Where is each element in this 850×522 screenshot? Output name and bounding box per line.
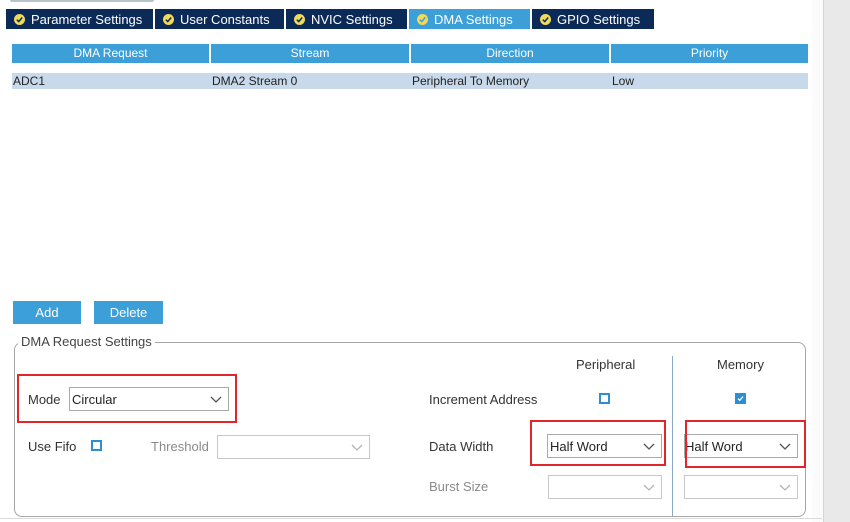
data-width-memory-value: Half Word <box>685 438 743 454</box>
mode-label: Mode <box>28 392 61 407</box>
column-header-dma-request[interactable]: DMA Request <box>12 44 211 63</box>
chevron-down-icon <box>643 443 655 450</box>
tab-dma-settings[interactable]: DMA Settings <box>409 9 531 29</box>
memory-header: Memory <box>717 357 764 372</box>
tab-label: GPIO Settings <box>557 11 641 27</box>
column-header-priority[interactable]: Priority <box>611 44 808 63</box>
column-separator <box>672 356 673 516</box>
check-circle-icon <box>540 13 551 25</box>
use-fifo-checkbox[interactable] <box>91 440 102 451</box>
tab-label: User Constants <box>180 11 270 27</box>
mode-select[interactable]: Circular <box>69 387 229 411</box>
panel-bottom-border <box>0 518 822 519</box>
cell-direction: Peripheral To Memory <box>412 74 530 88</box>
burst-size-label: Burst Size <box>429 479 489 494</box>
cell-dma-request: ADC1 <box>13 74 46 88</box>
chevron-down-icon <box>779 443 791 450</box>
data-width-peripheral-value: Half Word <box>550 438 608 454</box>
tab-label: Parameter Settings <box>31 11 143 27</box>
increment-address-label: Increment Address <box>429 392 538 407</box>
group-legend: DMA Request Settings <box>18 334 155 349</box>
check-circle-icon <box>163 13 174 25</box>
chevron-down-icon <box>779 484 791 491</box>
tab-user-constants[interactable]: User Constants <box>155 9 285 29</box>
tab-parameter-settings[interactable]: Parameter Settings <box>6 9 154 29</box>
burst-size-peripheral-select[interactable] <box>548 475 662 499</box>
tab-label: NVIC Settings <box>311 11 393 27</box>
data-width-label: Data Width <box>429 439 494 454</box>
mode-value: Circular <box>72 391 117 407</box>
burst-size-memory-select[interactable] <box>684 475 798 499</box>
dma-table-header: DMA Request Stream Direction Priority <box>12 44 808 63</box>
check-circle-icon <box>14 13 25 25</box>
chevron-down-icon <box>210 396 222 403</box>
column-header-stream[interactable]: Stream <box>211 44 411 63</box>
add-button[interactable]: Add <box>13 301 81 324</box>
tab-label: DMA Settings <box>434 11 513 27</box>
check-circle-icon <box>417 13 428 25</box>
panel-right-margin <box>812 0 823 522</box>
tab-gpio-settings[interactable]: GPIO Settings <box>532 9 655 29</box>
column-header-direction[interactable]: Direction <box>411 44 611 63</box>
peripheral-header: Peripheral <box>576 357 636 372</box>
data-width-peripheral-select[interactable]: Half Word <box>547 434 662 458</box>
table-row[interactable]: ADC1 DMA2 Stream 0 Peripheral To Memory … <box>12 73 808 89</box>
threshold-select[interactable] <box>217 435 370 459</box>
checkmark-icon <box>737 396 744 402</box>
use-fifo-label: Use Fifo <box>28 439 77 454</box>
increment-address-memory-checkbox[interactable] <box>735 393 746 404</box>
increment-address-peripheral-checkbox[interactable] <box>599 393 610 404</box>
check-circle-icon <box>294 13 305 25</box>
delete-button[interactable]: Delete <box>94 301 163 324</box>
threshold-label: Threshold <box>151 439 209 454</box>
window-scrollbar-track[interactable] <box>823 0 850 522</box>
chevron-down-icon <box>351 444 363 451</box>
data-width-memory-select[interactable]: Half Word <box>684 434 798 458</box>
tab-nvic-settings[interactable]: NVIC Settings <box>286 9 408 29</box>
cell-stream: DMA2 Stream 0 <box>212 74 298 88</box>
chevron-down-icon <box>643 484 655 491</box>
top-panel-edge <box>10 0 154 2</box>
cell-priority: Low <box>612 74 635 88</box>
